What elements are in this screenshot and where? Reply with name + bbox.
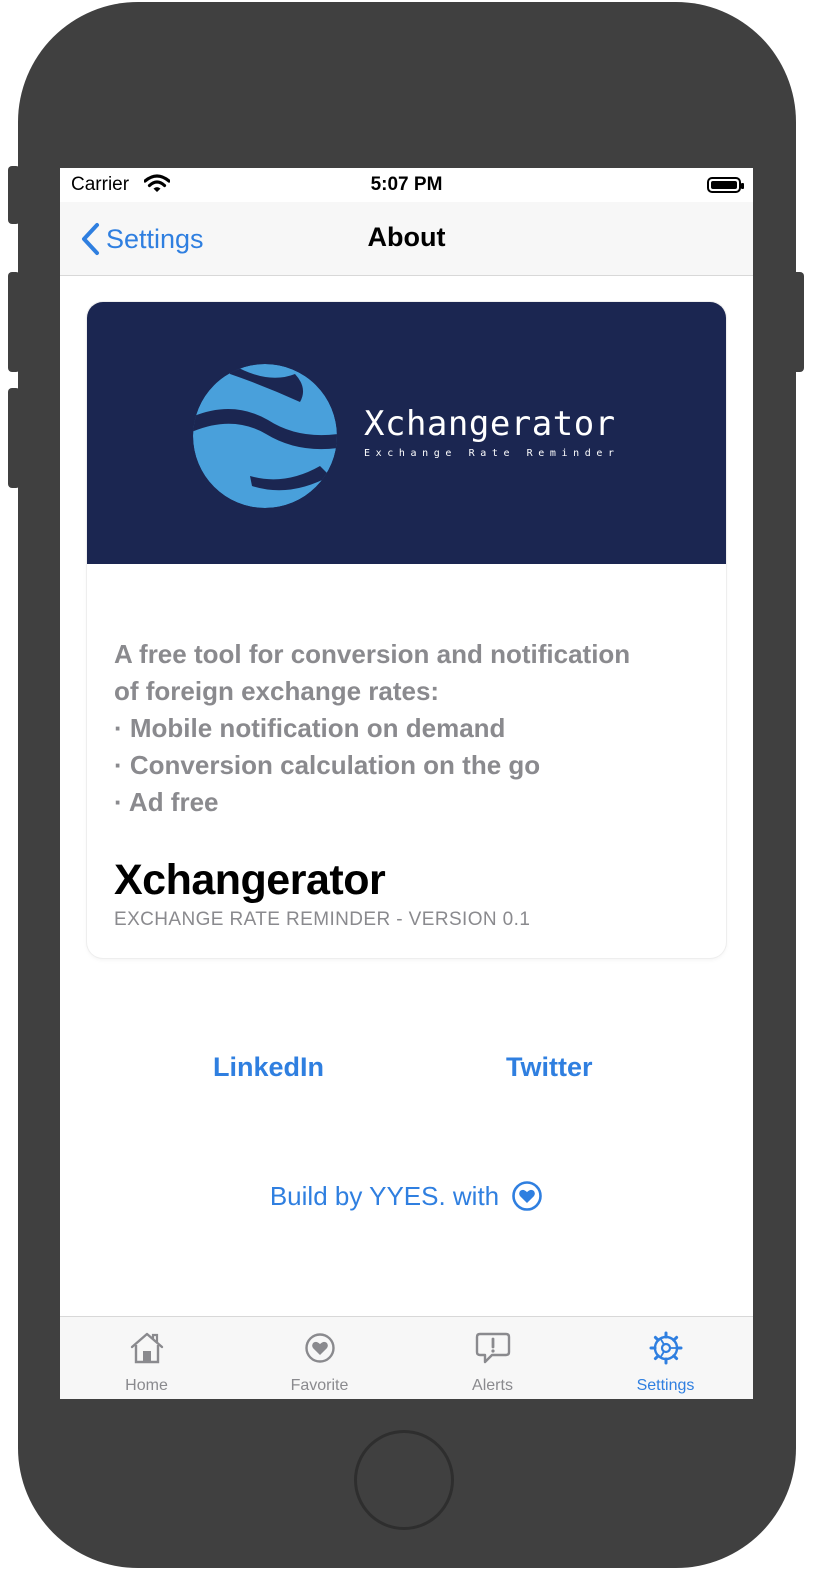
app-name: Xchangerator — [114, 856, 386, 904]
about-card: Xchangerator Exchange Rate Reminder A fr… — [87, 302, 726, 958]
globe-logo-icon — [193, 364, 337, 508]
twitter-link[interactable]: Twitter — [506, 1052, 593, 1083]
description-line: · Ad free — [114, 787, 219, 817]
exclamation-bubble-icon — [475, 1332, 511, 1364]
volume-down-button — [8, 388, 20, 488]
gear-icon — [649, 1331, 683, 1365]
home-hardware-button[interactable] — [354, 1430, 454, 1530]
app-banner: Xchangerator Exchange Rate Reminder — [87, 302, 726, 564]
credit-line: Build by YYES. with — [60, 1180, 753, 1212]
tab-favorite-label: Favorite — [290, 1377, 349, 1394]
description-line: · Mobile notification on demand — [114, 713, 506, 743]
heart-circle-icon — [512, 1181, 542, 1211]
volume-up-button — [8, 272, 20, 372]
credit-text: Build by YYES. with — [269, 1180, 500, 1211]
mute-switch — [8, 166, 20, 224]
tab-bar: Home Favorite Alerts Settings — [60, 1316, 753, 1399]
tab-home-label: Home — [125, 1377, 168, 1394]
description-line: of foreign exchange rates: — [114, 676, 440, 706]
tab-home[interactable]: Home — [60, 1317, 233, 1399]
app-version: EXCHANGE RATE REMINDER - VERSION 0.1 — [114, 909, 531, 930]
tab-settings[interactable]: Settings — [579, 1317, 752, 1399]
navigation-bar: Settings About — [60, 202, 753, 276]
power-button — [792, 272, 804, 372]
tab-favorite[interactable]: Favorite — [233, 1317, 406, 1399]
clock-label: 5:07 PM — [370, 174, 443, 195]
description-line: · Conversion calculation on the go — [114, 750, 541, 780]
tab-alerts[interactable]: Alerts — [406, 1317, 579, 1399]
house-icon — [130, 1332, 164, 1364]
page-title: About — [367, 222, 446, 252]
heart-circle-icon — [305, 1333, 335, 1363]
tab-alerts-label: Alerts — [472, 1377, 513, 1394]
screen: Carrier 5:07 PM Settings About Xchangera… — [60, 168, 753, 1399]
battery-icon — [707, 177, 744, 193]
description-line: A free tool for conversion and notificat… — [114, 639, 631, 669]
banner-title: Xchangerator — [364, 404, 616, 444]
linkedin-link[interactable]: LinkedIn — [213, 1052, 324, 1083]
banner-subtitle: Exchange Rate Reminder — [364, 448, 620, 459]
tab-settings-label: Settings — [636, 1377, 695, 1394]
status-bar: Carrier 5:07 PM — [60, 168, 753, 202]
app-description: A free tool for conversion and notificat… — [114, 636, 704, 821]
